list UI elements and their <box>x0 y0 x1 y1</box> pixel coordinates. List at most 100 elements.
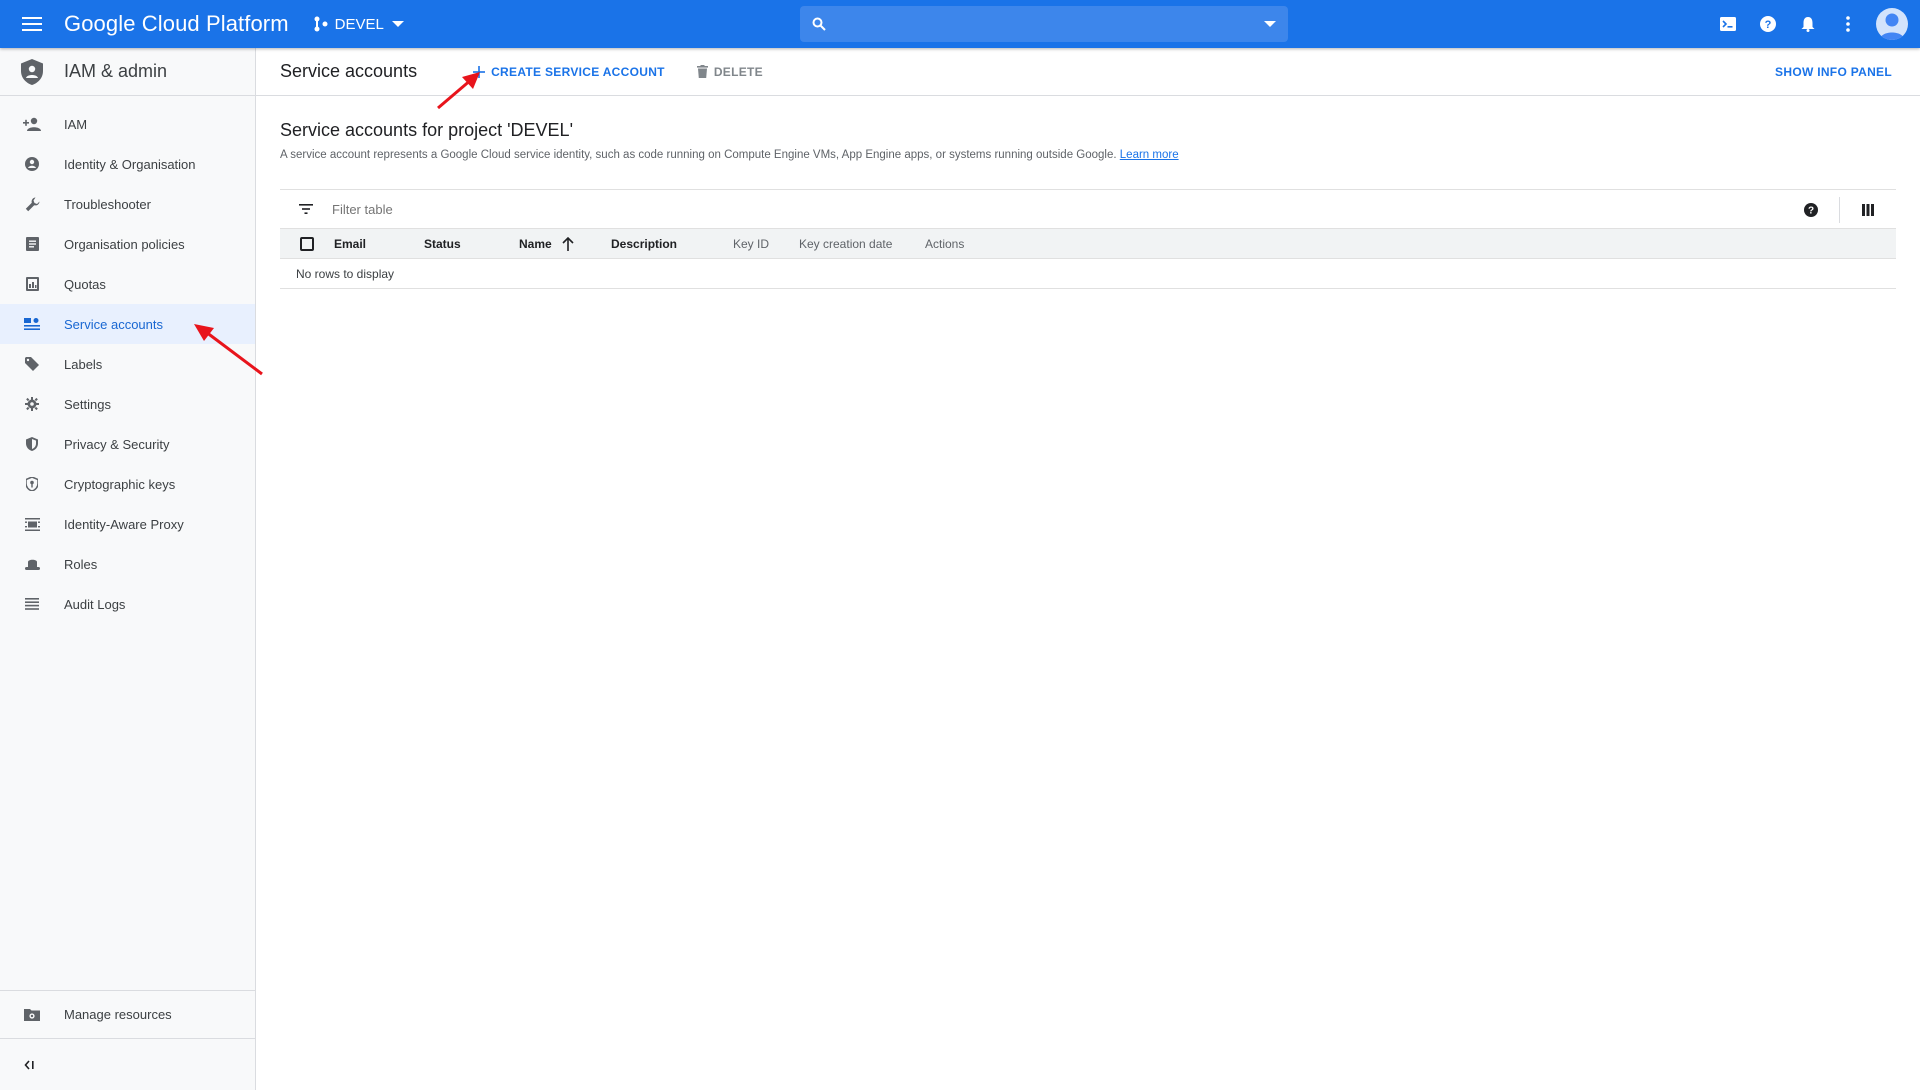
wrench-icon <box>25 197 39 211</box>
page-title: Service accounts <box>280 61 418 81</box>
delete-label: DELETE <box>713 64 763 79</box>
service-account-icon <box>24 318 40 330</box>
key-shield-icon <box>26 477 38 491</box>
delete-button[interactable]: DELETE <box>696 64 763 79</box>
cloud-shell-button[interactable] <box>1708 4 1748 44</box>
learn-more-link[interactable]: Learn more <box>1120 149 1179 161</box>
sidebar-item-settings[interactable]: Settings <box>0 384 255 424</box>
column-label: Name <box>519 236 552 251</box>
filter-icon <box>299 204 313 214</box>
plus-icon <box>473 65 486 78</box>
search-icon <box>812 17 826 31</box>
folder-gear-icon <box>24 1009 40 1021</box>
select-all-checkbox[interactable] <box>280 236 334 251</box>
help-icon: ? <box>1760 16 1776 32</box>
column-label: Actions <box>925 236 965 251</box>
column-header-email[interactable]: Email <box>334 237 424 251</box>
sidebar-item-identity-aware-proxy[interactable]: Identity-Aware Proxy <box>0 504 255 544</box>
section-description: A service account represents a Google Cl… <box>280 149 1896 161</box>
terminal-icon <box>1720 17 1736 31</box>
show-info-panel-button[interactable]: SHOW INFO PANEL <box>1775 65 1892 79</box>
search-bar[interactable] <box>800 6 1288 42</box>
sidebar-item-organisation-policies[interactable]: Organisation policies <box>0 224 255 264</box>
column-label: Email <box>334 236 367 251</box>
manage-resources-label: Manage resources <box>64 1007 172 1022</box>
top-app-bar: Google Cloud Platform DEVEL ? <box>0 0 1920 48</box>
list-icon <box>25 598 39 610</box>
brand-title[interactable]: Google Cloud Platform <box>64 11 289 37</box>
menu-icon <box>22 17 42 31</box>
collapse-sidebar-button[interactable] <box>0 1038 255 1090</box>
hat-icon <box>24 559 40 570</box>
left-nav: IAM & admin IAM Identity & Organisation … <box>0 48 256 1090</box>
collapse-left-icon <box>24 1059 34 1070</box>
project-nodes-icon <box>314 16 328 32</box>
create-service-account-button[interactable]: CREATE SERVICE ACCOUNT <box>473 65 665 79</box>
sidebar-item-audit-logs[interactable]: Audit Logs <box>0 584 255 624</box>
sidebar-item-troubleshooter[interactable]: Troubleshooter <box>0 184 255 224</box>
table-header-row: Email Status Name Description Key ID Key… <box>280 229 1896 259</box>
column-display-button[interactable] <box>1840 190 1896 230</box>
sidebar-item-labels[interactable]: Labels <box>0 344 255 384</box>
dropdown-arrow-icon <box>391 21 404 27</box>
more-options-button[interactable] <box>1828 4 1868 44</box>
sidebar-item-label: Roles <box>64 556 98 572</box>
manage-resources-link[interactable]: Manage resources <box>0 990 255 1038</box>
column-header-key-creation-date[interactable]: Key creation date <box>799 237 925 251</box>
checkbox-box <box>300 236 314 251</box>
sidebar-item-cryptographic-keys[interactable]: Cryptographic keys <box>0 464 255 504</box>
empty-table-message: No rows to display <box>280 259 1896 289</box>
hamburger-menu-button[interactable] <box>0 0 64 48</box>
search-input[interactable] <box>838 15 1264 33</box>
column-header-description[interactable]: Description <box>611 237 733 251</box>
sidebar-item-identity-organisation[interactable]: Identity & Organisation <box>0 144 255 184</box>
sort-ascending-icon <box>562 236 574 251</box>
page-toolbar: Service accounts CREATE SERVICE ACCOUNT … <box>256 48 1920 96</box>
sidebar-item-quotas[interactable]: Quotas <box>0 264 255 304</box>
quota-icon <box>25 277 39 291</box>
sidebar-item-label: Organisation policies <box>64 236 185 252</box>
column-header-status[interactable]: Status <box>424 237 519 251</box>
section-heading: Service accounts for project 'DEVEL' <box>280 120 574 140</box>
sidebar-item-label: Settings <box>64 396 111 412</box>
sidebar-item-label: Troubleshooter <box>64 196 151 212</box>
tag-icon <box>25 357 39 371</box>
project-selector[interactable]: DEVEL <box>313 8 404 40</box>
document-icon <box>25 237 39 251</box>
notifications-button[interactable] <box>1788 4 1828 44</box>
create-label: CREATE SERVICE ACCOUNT <box>491 64 665 79</box>
svg-text:?: ? <box>1808 206 1814 217</box>
sidebar-header: IAM & admin <box>0 48 255 96</box>
sidebar-item-service-accounts[interactable]: Service accounts <box>0 304 255 344</box>
sidebar-title: IAM & admin <box>64 61 168 81</box>
sidebar-item-label: Cryptographic keys <box>64 476 176 492</box>
account-circle-icon <box>25 157 39 171</box>
sidebar-item-label: Audit Logs <box>64 596 126 612</box>
search-dropdown-icon[interactable] <box>1264 20 1276 28</box>
iam-shield-icon <box>21 58 43 85</box>
filter-bar: ? <box>280 189 1896 229</box>
column-header-name[interactable]: Name <box>519 236 611 251</box>
sidebar-nav: IAM Identity & Organisation Troubleshoot… <box>0 96 255 624</box>
help-button[interactable]: ? <box>1748 4 1788 44</box>
sidebar-item-iam[interactable]: IAM <box>0 104 255 144</box>
sidebar-item-label: Labels <box>64 356 103 372</box>
columns-icon <box>1862 204 1874 216</box>
column-label: Key ID <box>733 236 770 251</box>
column-header-key-id[interactable]: Key ID <box>733 237 799 251</box>
table-help-button[interactable]: ? <box>1783 190 1839 230</box>
column-label: Status <box>424 236 461 251</box>
column-label: Key creation date <box>799 236 893 251</box>
person-add-icon <box>23 117 41 131</box>
topbar-actions: ? <box>1708 0 1908 48</box>
account-avatar[interactable] <box>1876 8 1908 40</box>
sidebar-item-privacy-security[interactable]: Privacy & Security <box>0 424 255 464</box>
bell-icon <box>1801 17 1815 32</box>
user-avatar-icon <box>1880 13 1904 40</box>
proxy-icon <box>24 517 40 531</box>
sidebar-item-label: Service accounts <box>64 316 163 332</box>
filter-table-input[interactable] <box>332 201 932 217</box>
sidebar-item-roles[interactable]: Roles <box>0 544 255 584</box>
description-text: A service account represents a Google Cl… <box>280 149 1117 161</box>
sidebar-item-label: Identity & Organisation <box>64 156 196 172</box>
